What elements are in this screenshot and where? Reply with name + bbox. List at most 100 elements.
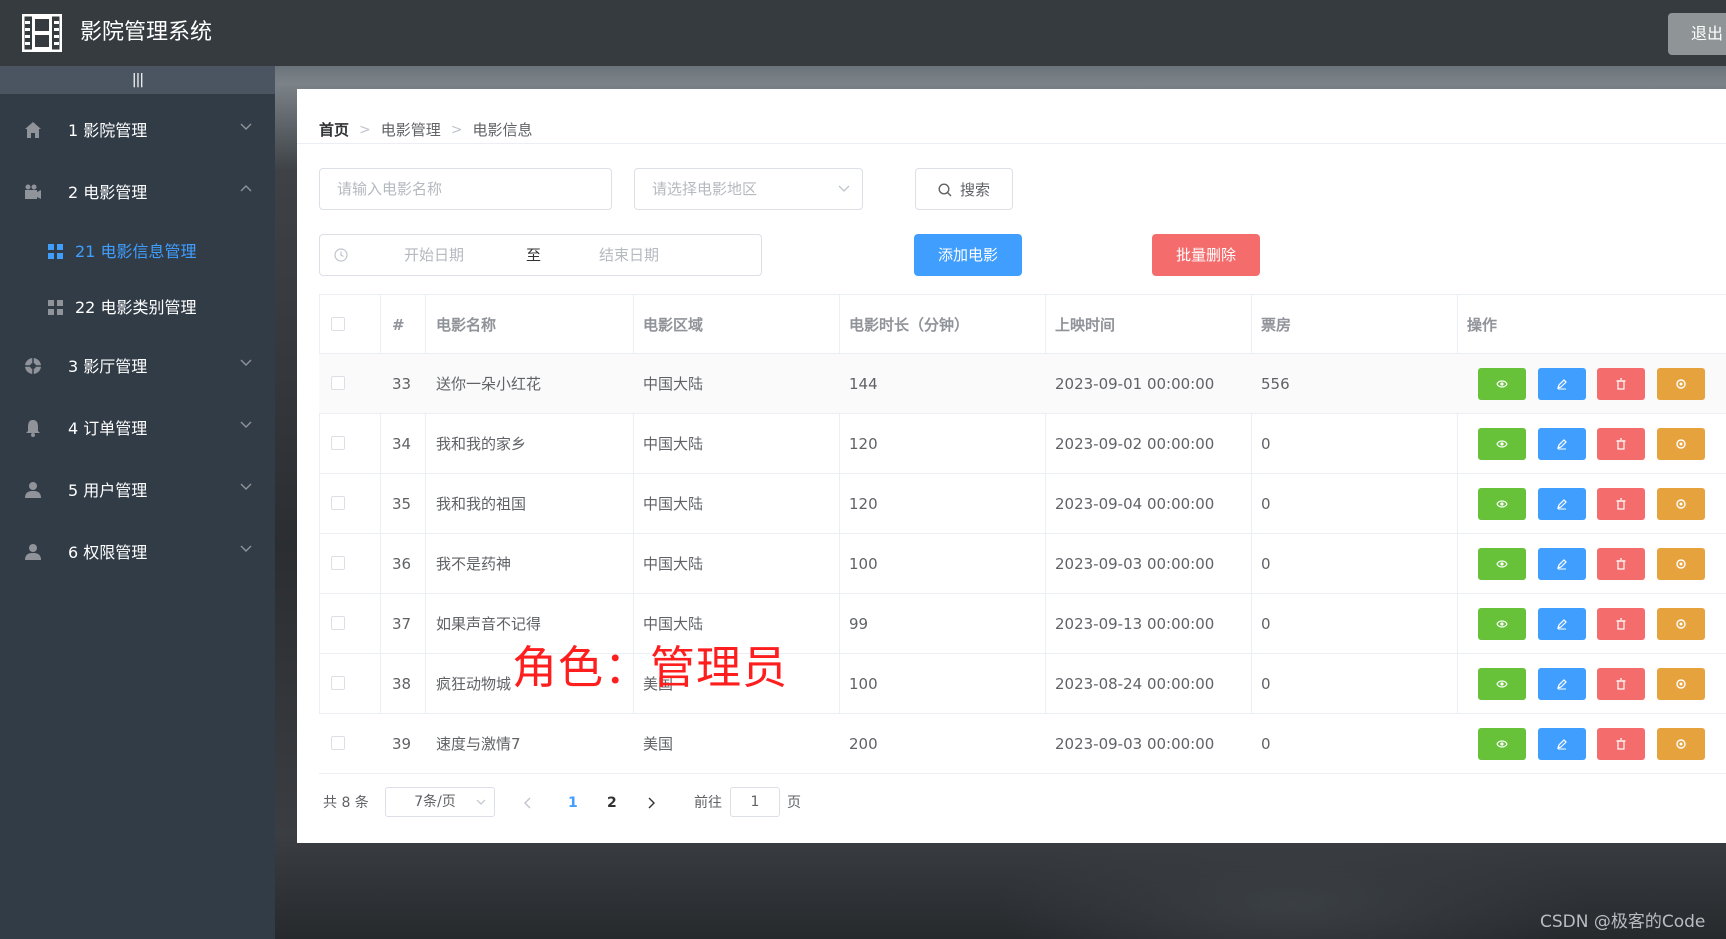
- sidebar-item-cinema[interactable]: 1 影院管理: [0, 100, 275, 162]
- cell-region: 美国: [643, 735, 674, 753]
- goto-prefix: 前往: [694, 795, 722, 811]
- sidebar-item-label: 3 影厅管理: [68, 357, 148, 376]
- eye-button[interactable]: [1478, 668, 1526, 700]
- sidebar-subitem-movie-info[interactable]: 21 电影信息管理: [0, 224, 275, 280]
- edit-button[interactable]: [1538, 428, 1586, 460]
- divider: [297, 143, 1726, 144]
- logout-button[interactable]: 退出: [1668, 13, 1726, 55]
- main-card: 首页 > 电影管理 > 电影信息 请输入电影名称 请选择电影地区 搜索 开始日期 至 结…: [297, 89, 1726, 843]
- eye-button[interactable]: [1478, 428, 1526, 460]
- cell-box-office: 0: [1261, 615, 1271, 633]
- settings-button[interactable]: [1657, 608, 1705, 640]
- delete-icon: [1616, 378, 1626, 390]
- start-date-input[interactable]: 开始日期: [404, 235, 464, 275]
- cell-name: 速度与激情7: [436, 735, 521, 753]
- eye-button[interactable]: [1478, 608, 1526, 640]
- sidebar-subitem-label: 22 电影类别管理: [75, 298, 197, 317]
- table-body: 33 送你一朵小红花 中国大陆 144 2023-09-01 00:00:00 556 34…: [319, 354, 1726, 774]
- date-range-picker[interactable]: 开始日期 至 结束日期: [319, 234, 762, 276]
- sidebar-item-movie[interactable]: 2 电影管理: [0, 162, 275, 224]
- header-cell: 操作: [1467, 316, 1498, 334]
- sidebar-item-hall[interactable]: 3 影厅管理: [0, 336, 275, 398]
- cell-box-office: 0: [1261, 735, 1271, 753]
- header-cell: 上映时间: [1055, 316, 1116, 334]
- settings-button[interactable]: [1657, 488, 1705, 520]
- chevron-down-icon: [838, 185, 850, 192]
- settings-button[interactable]: [1657, 368, 1705, 400]
- eye-button[interactable]: [1478, 548, 1526, 580]
- cell-box-office: 0: [1261, 495, 1271, 513]
- edit-icon: [1557, 679, 1567, 690]
- edit-button[interactable]: [1538, 488, 1586, 520]
- edit-button[interactable]: [1538, 368, 1586, 400]
- delete-button[interactable]: [1597, 728, 1645, 760]
- user-icon: [25, 482, 41, 498]
- region-select[interactable]: 请选择电影地区: [634, 168, 863, 210]
- next-page-icon[interactable]: [647, 797, 655, 809]
- edit-button[interactable]: [1538, 608, 1586, 640]
- edit-button[interactable]: [1538, 548, 1586, 580]
- goto-page-input[interactable]: 1: [730, 787, 780, 817]
- edit-icon: [1557, 499, 1567, 510]
- delete-button[interactable]: [1597, 428, 1645, 460]
- sidebar-subitem-movie-category[interactable]: 22 电影类别管理: [0, 280, 275, 336]
- page-number-current[interactable]: 1: [568, 787, 578, 819]
- sidebar-item-permission[interactable]: 6 权限管理: [0, 522, 275, 584]
- delete-button[interactable]: [1597, 668, 1645, 700]
- camera-icon: [25, 184, 41, 199]
- page-number[interactable]: 2: [607, 787, 617, 819]
- cell-region: 中国大陆: [643, 375, 704, 393]
- breadcrumb-home[interactable]: 首页: [319, 121, 349, 139]
- cell-id: 34: [392, 435, 412, 453]
- cell-duration: 99: [849, 615, 869, 633]
- delete-button[interactable]: [1597, 488, 1645, 520]
- cell-release: 2023-09-01 00:00:00: [1055, 375, 1215, 393]
- delete-button[interactable]: [1597, 368, 1645, 400]
- cell-release: 2023-09-03 00:00:00: [1055, 735, 1215, 753]
- settings-button[interactable]: [1657, 548, 1705, 580]
- movie-name-input[interactable]: 请输入电影名称: [319, 168, 612, 210]
- edit-icon: [1557, 739, 1567, 750]
- sidebar-item-order[interactable]: 4 订单管理: [0, 398, 275, 460]
- row-checkbox[interactable]: [331, 676, 345, 690]
- sidebar-item-label: 2 电影管理: [68, 183, 148, 202]
- settings-button[interactable]: [1657, 668, 1705, 700]
- grid-icon: [48, 244, 63, 259]
- add-movie-button[interactable]: 添加电影: [914, 234, 1022, 276]
- row-checkbox[interactable]: [331, 556, 345, 570]
- search-button[interactable]: 搜索: [915, 168, 1013, 210]
- end-date-input[interactable]: 结束日期: [599, 235, 659, 275]
- search-button-label: 搜索: [959, 181, 990, 199]
- row-checkbox[interactable]: [331, 736, 345, 750]
- cell-id: 38: [392, 675, 412, 693]
- table-row: 39 速度与激情7 美国 200 2023-09-03 00:00:00 0: [319, 714, 1726, 774]
- edit-button[interactable]: [1538, 728, 1586, 760]
- row-checkbox[interactable]: [331, 616, 345, 630]
- prev-page-icon[interactable]: [524, 797, 532, 809]
- settings-button[interactable]: [1657, 428, 1705, 460]
- clock-icon: [334, 248, 348, 262]
- delete-button[interactable]: [1597, 548, 1645, 580]
- edit-icon: [1557, 439, 1567, 450]
- movie-table: # 电影名称 电影区域 电影时长（分钟） 上映时间 票房 操作 33 送你一朵小红…: [319, 294, 1726, 774]
- cell-region: 中国大陆: [643, 435, 704, 453]
- edit-button[interactable]: [1538, 668, 1586, 700]
- batch-delete-button[interactable]: 批量删除: [1152, 234, 1260, 276]
- sidebar-collapse-toggle[interactable]: |||: [0, 66, 275, 94]
- row-checkbox[interactable]: [331, 496, 345, 510]
- settings-icon: [1676, 499, 1686, 509]
- select-all-checkbox[interactable]: [331, 317, 345, 331]
- eye-icon: [1496, 500, 1508, 508]
- settings-button[interactable]: [1657, 728, 1705, 760]
- eye-button[interactable]: [1478, 728, 1526, 760]
- goto-suffix: 页: [787, 795, 801, 811]
- eye-button[interactable]: [1478, 488, 1526, 520]
- page-size-select[interactable]: 7条/页: [385, 787, 495, 817]
- row-checkbox[interactable]: [331, 376, 345, 390]
- sidebar-item-user[interactable]: 5 用户管理: [0, 460, 275, 522]
- delete-button[interactable]: [1597, 608, 1645, 640]
- eye-button[interactable]: [1478, 368, 1526, 400]
- breadcrumb-item[interactable]: 电影管理: [381, 121, 441, 139]
- row-checkbox[interactable]: [331, 436, 345, 450]
- delete-icon: [1616, 558, 1626, 570]
